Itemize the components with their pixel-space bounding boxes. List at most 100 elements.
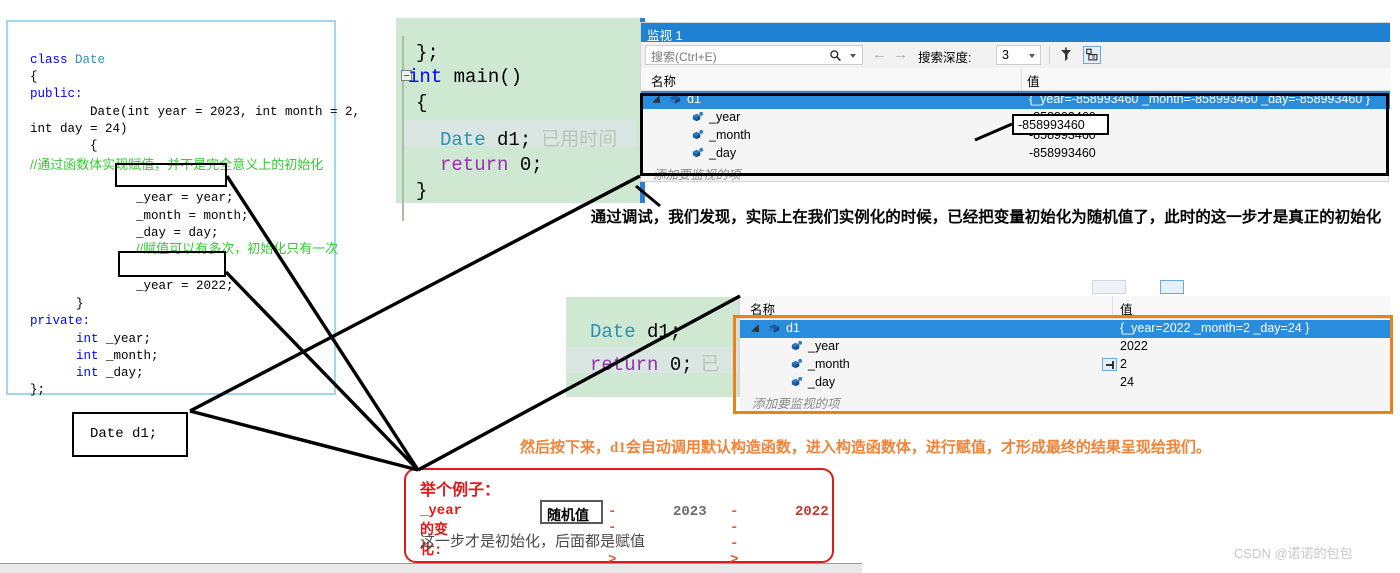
watch2-col-name: 名称 — [750, 303, 776, 317]
elapsed-hint-2: 已 — [700, 354, 720, 376]
code-line-private: private: — [30, 314, 91, 328]
object-icon — [768, 324, 780, 333]
example-callout-box: 举个例子： _year的变化: 随机值 ---> 2023 ---> 2022 … — [404, 468, 834, 568]
example-footer-note: 这一步才是初始化，后面都是赋值 — [420, 534, 646, 550]
watch2-add-item-hint[interactable]: 添加要监视的项 — [752, 393, 840, 412]
highlight-box-assign-year-2022 — [118, 251, 226, 277]
bottom-scrollbar-strip[interactable] — [0, 563, 862, 573]
watch1-year-value-callout: -858993460 — [1012, 114, 1109, 135]
search-placeholder: 搜索(Ctrl+E) — [651, 50, 717, 64]
hexadecimal-display-icon[interactable] — [1083, 46, 1101, 64]
field-member-icon — [791, 340, 803, 351]
depth-dropdown-caret-icon[interactable] — [1029, 54, 1035, 58]
mid-code-line-close: } — [416, 180, 428, 202]
mid-code-line-1: }; — [416, 42, 439, 64]
function-name-main: main() — [442, 66, 523, 88]
code-line-class-end: }; — [30, 383, 46, 397]
watch2-column-headers: 名称 值 — [740, 296, 1390, 319]
table-row[interactable]: _year 2022 — [740, 338, 1390, 356]
search-dropdown-caret-icon[interactable] — [850, 54, 856, 58]
class-name-date: Date — [67, 53, 106, 67]
fold-margin-line — [402, 36, 404, 221]
watch2-row3-name: _day — [808, 375, 836, 389]
field-member-icon — [692, 147, 704, 158]
watch1-column-headers: 名称 值 — [641, 68, 1390, 91]
example-value-2023: 2023 — [673, 504, 707, 520]
table-row[interactable]: _day -858993460 — [641, 145, 1390, 163]
pin-filter-icon[interactable] — [1057, 46, 1075, 64]
date-d1-callout-text: Date d1; — [90, 426, 158, 442]
highlight-box-assign-year — [115, 163, 227, 187]
watch2-column-splitter[interactable] — [1112, 296, 1113, 318]
search-back-arrow-icon[interactable]: ← — [872, 46, 887, 63]
table-row[interactable]: _month 2 — [740, 356, 1390, 374]
code-line-open-brace: { — [30, 70, 38, 84]
watch-window-2: 名称 值 d1 {_year=2022 _month=2 _day=24 } _… — [740, 296, 1390, 414]
example-random-value-text: 随机值 — [547, 509, 589, 524]
watch1-col-name: 名称 — [651, 75, 677, 89]
mid-bottom-code-panel: Date d1; return 0; 已 — [566, 297, 744, 397]
watch1-row0-name: d1 — [687, 92, 701, 106]
note-orange-explanation: 然后按下来，d1会自动调用默认构造函数，进入构造函数体，进行赋值，才形成最终的结… — [520, 440, 1211, 456]
watch2-row1-name: _year — [808, 339, 840, 353]
type-date-2: Date — [590, 321, 636, 343]
watch1-titlebar: 监视 1 — [641, 23, 1390, 43]
date-d1-callout-box: Date d1; — [72, 412, 188, 457]
watch1-row3-name: _day — [709, 146, 737, 160]
watch2-toolbar-fragment-b — [1160, 280, 1184, 294]
search-depth-label: 搜索深度: — [918, 51, 972, 65]
edit-value-icon[interactable] — [1102, 358, 1117, 371]
watch2-row3-value: 24 — [1120, 375, 1134, 389]
watch1-year-value-callout-text: -858993460 — [1018, 118, 1085, 132]
code-line-ctor-sig-2: int day = 24) — [30, 122, 128, 136]
search-forward-arrow-icon[interactable]: → — [893, 46, 908, 63]
table-row[interactable]: d1 {_year=-858993460 _month=-858993460 _… — [641, 91, 1390, 109]
watch2-row2-value: 2 — [1120, 357, 1127, 371]
return-value-2: 0; — [658, 354, 693, 376]
type-date: Date — [440, 129, 486, 151]
keyword-class: class — [30, 53, 68, 67]
keyword-int: int — [408, 66, 443, 88]
watch1-column-splitter[interactable] — [1021, 68, 1022, 90]
example-arrow-2: ---> — [730, 504, 739, 568]
watch1-row1-name: _year — [709, 110, 741, 124]
code-line-ctor-open: { — [30, 139, 98, 153]
watch1-search-input[interactable]: 搜索(Ctrl+E) — [645, 45, 863, 65]
watch2-col-value: 值 — [1120, 303, 1133, 317]
code-line-class: class Date — [30, 52, 105, 69]
table-row[interactable]: _day 24 — [740, 374, 1390, 392]
left-code-panel: class Date { public: Date(int year = 202… — [6, 20, 360, 397]
object-icon — [669, 95, 681, 104]
field-member-icon — [692, 129, 704, 140]
mid-top-code-panel: }; int main() { Date d1; 已用时间 return 0; } — [396, 18, 644, 221]
keyword-return: return — [440, 154, 509, 176]
search-icon — [830, 50, 841, 62]
bottom-strip-filler — [862, 563, 1400, 573]
watch1-toolbar: 搜索(Ctrl+E) ← → 搜索深度: 3 — [641, 42, 1390, 69]
elapsed-time-hint: 已用时间 — [541, 129, 618, 151]
code-line-ctor-close: } — [76, 297, 84, 311]
var-d1-2: d1; — [635, 321, 682, 343]
expand-collapse-triangle-icon[interactable] — [652, 95, 664, 107]
watch1-add-item-hint[interactable]: 添加要监视的项 — [653, 164, 741, 183]
watch1-row3-value: -858993460 — [1029, 146, 1096, 160]
watch2-row1-value: 2022 — [1120, 339, 1148, 353]
toolbar-separator — [1049, 46, 1050, 64]
code-line-member-month: int _month; — [76, 349, 159, 363]
example-random-value-box: 随机值 — [540, 500, 603, 524]
watch1-col-value: 值 — [1027, 75, 1040, 89]
keyword-return-2: return — [590, 354, 659, 376]
code-line-member-day: int _day; — [76, 366, 144, 380]
search-depth-select[interactable]: 3 — [996, 45, 1041, 65]
watch1-row2-name: _month — [709, 128, 751, 142]
code-line-assign-year: _year = year; — [136, 191, 234, 205]
mid2-code-line-return: return 0; 已 — [590, 349, 720, 376]
field-member-icon — [791, 376, 803, 387]
code-line-ctor-sig-1: Date(int year = 2023, int month = 2, — [30, 105, 361, 119]
code-line-public: public: — [30, 87, 83, 101]
watch2-toolbar-fragment-a — [1092, 280, 1126, 294]
mid-code-line-return: return 0; — [440, 154, 543, 176]
watch2-row0-name: d1 — [786, 321, 800, 335]
expand-collapse-triangle-icon[interactable] — [751, 324, 763, 336]
table-row[interactable]: d1 {_year=2022 _month=2 _day=24 } — [740, 320, 1390, 338]
